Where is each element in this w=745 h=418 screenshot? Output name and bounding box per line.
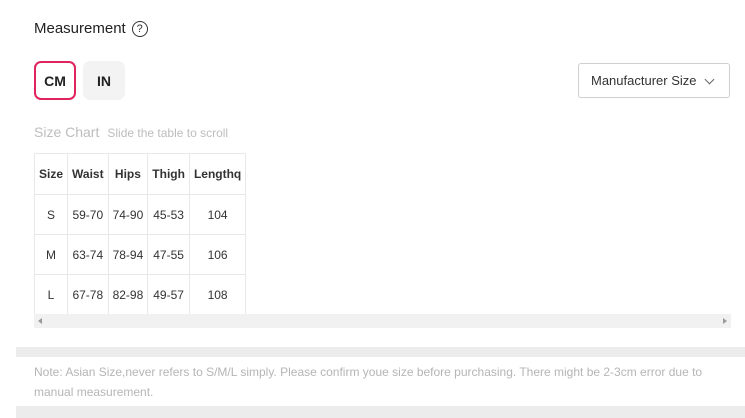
help-icon[interactable]: ? (131, 20, 148, 37)
column-header: Thigh (147, 153, 190, 195)
size-table-container[interactable]: Size Waist Hips Thigh Lengthq S 59-70 74… (33, 153, 247, 315)
section-divider (16, 406, 745, 418)
table-cell: 82-98 (107, 274, 149, 315)
section-divider (16, 347, 745, 357)
table-cell: 67-78 (67, 274, 109, 315)
size-standard-value: Manufacturer Size (591, 73, 697, 88)
measurement-header: Measurement ? (34, 20, 148, 37)
table-row: L 67-78 82-98 49-57 108 (33, 274, 247, 315)
column-header: Lengthq (188, 153, 247, 195)
size-standard-select[interactable]: Manufacturer Size (578, 63, 730, 98)
chevron-down-icon (704, 74, 715, 85)
table-row: M 63-74 78-94 47-55 106 (33, 234, 247, 275)
unit-in-button[interactable]: IN (83, 61, 125, 100)
table-cell: 104 (188, 194, 247, 235)
table-cell: 106 (188, 234, 247, 275)
table-row: S 59-70 74-90 45-53 104 (33, 194, 247, 235)
unit-cm-button[interactable]: CM (34, 61, 76, 100)
size-table: Size Waist Hips Thigh Lengthq S 59-70 74… (33, 153, 247, 315)
measurement-title: Measurement (34, 20, 126, 37)
table-cell: L (33, 274, 69, 315)
table-cell: 59-70 (67, 194, 109, 235)
table-header-row: Size Waist Hips Thigh Lengthq (33, 153, 247, 195)
table-cell: 108 (188, 274, 247, 315)
table-horizontal-scrollbar[interactable] (34, 314, 731, 328)
size-chart-title: Size Chart (34, 124, 100, 140)
table-cell: 74-90 (107, 194, 149, 235)
table-cell: 78-94 (107, 234, 149, 275)
size-chart-heading: Size Chart Slide the table to scroll (34, 124, 228, 140)
scroll-left-arrow-icon[interactable] (38, 318, 42, 324)
column-header: Size (33, 153, 69, 195)
table-cell: 47-55 (147, 234, 190, 275)
column-header: Waist (67, 153, 109, 195)
table-cell: 49-57 (147, 274, 190, 315)
table-cell: 63-74 (67, 234, 109, 275)
table-cell: M (33, 234, 69, 275)
table-cell: 45-53 (147, 194, 190, 235)
size-chart-hint: Slide the table to scroll (107, 126, 229, 140)
table-cell: S (33, 194, 69, 235)
scroll-right-arrow-icon[interactable] (723, 318, 727, 324)
column-header: Hips (107, 153, 149, 195)
size-note: Note: Asian Size,never refers to S/M/L s… (34, 365, 703, 399)
